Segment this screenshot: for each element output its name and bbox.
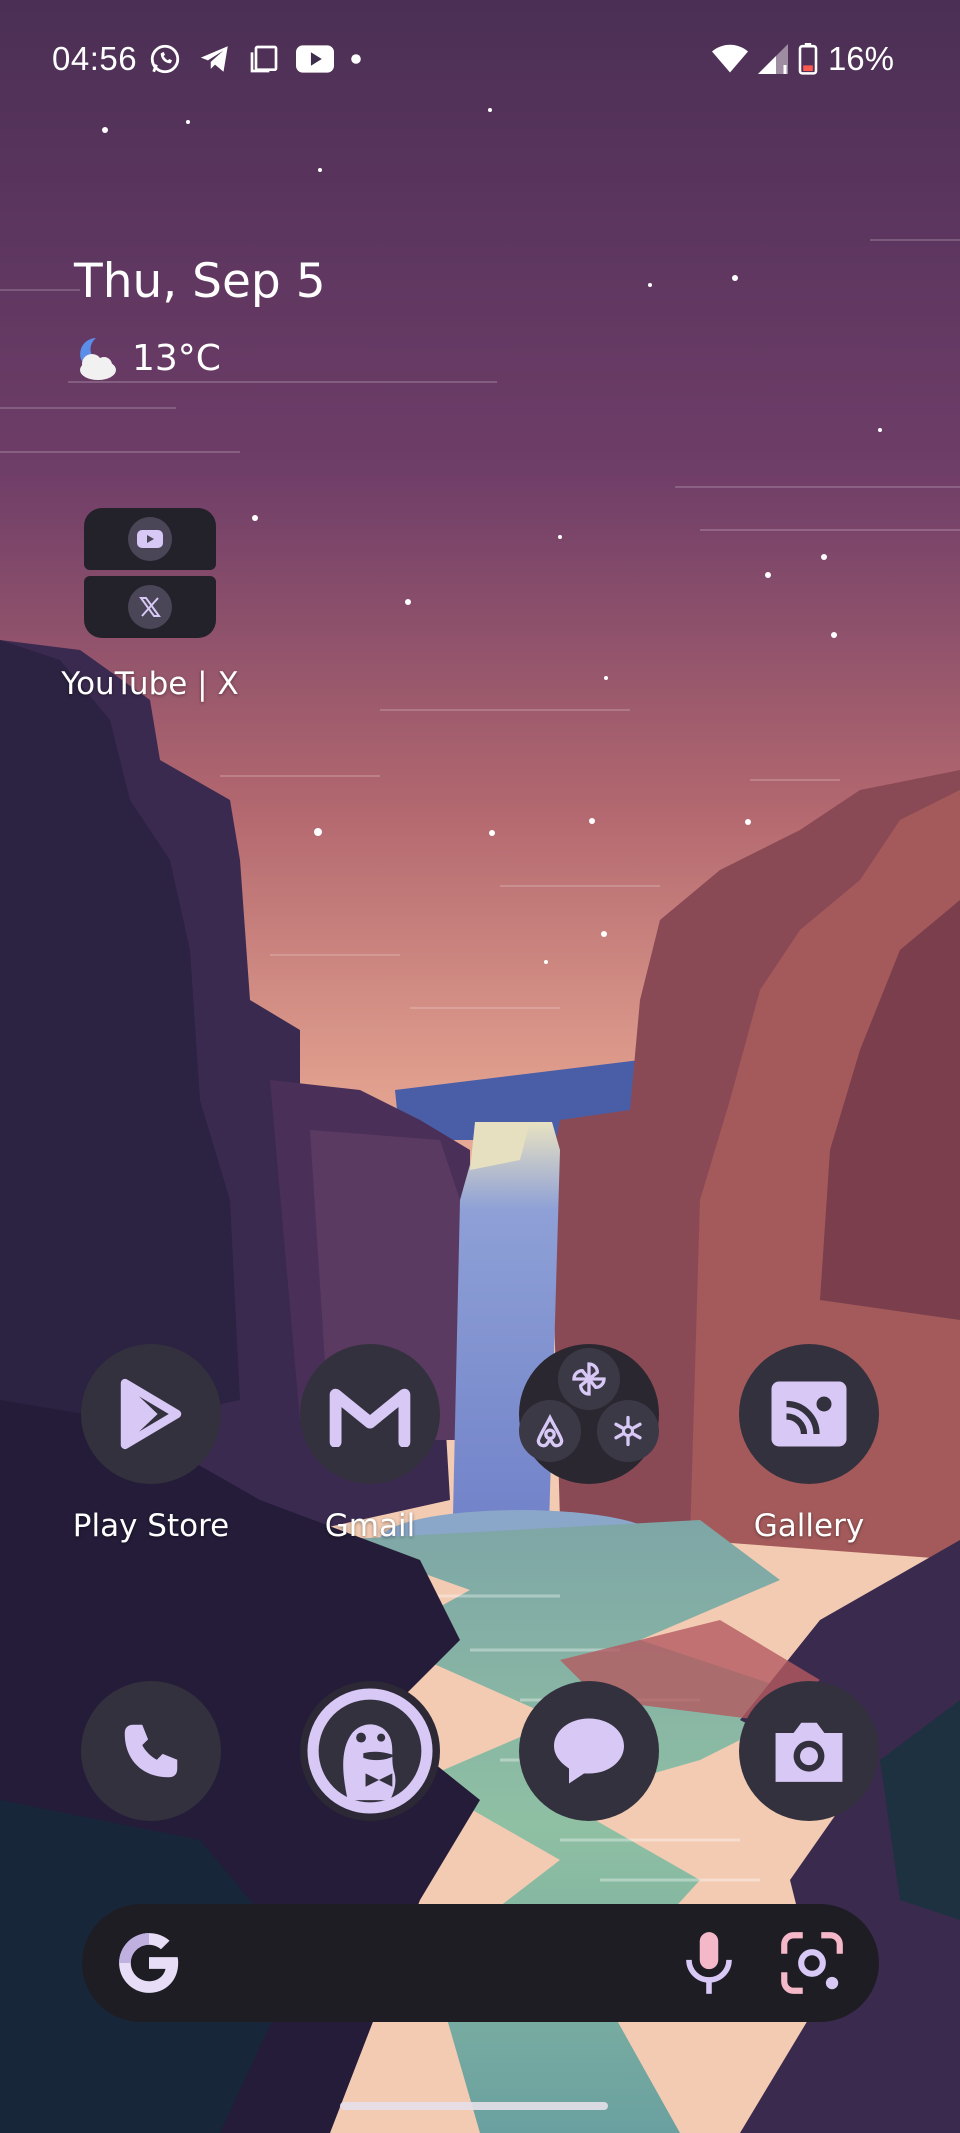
moon-cloud-icon	[80, 338, 116, 380]
folder-youtube-x[interactable]	[84, 508, 216, 640]
telegram-icon	[200, 46, 228, 72]
app-folder[interactable]	[519, 1344, 659, 1484]
phone-app[interactable]	[81, 1681, 221, 1821]
messages-icon	[554, 1718, 624, 1784]
pinwheel-icon	[558, 1348, 620, 1410]
duckduckgo-icon	[307, 1688, 433, 1814]
wifi-icon	[711, 44, 748, 73]
screen-copy-icon	[250, 45, 278, 73]
youtube-icon	[128, 517, 172, 561]
messages-app[interactable]	[519, 1681, 659, 1821]
dot-icon	[351, 54, 361, 64]
gmail-app[interactable]	[300, 1344, 440, 1484]
gmail-label: Gmail	[324, 1508, 416, 1544]
airbnb-icon	[519, 1400, 581, 1462]
notification-icons	[148, 42, 362, 76]
gallery-app[interactable]	[739, 1344, 879, 1484]
navigation-handle[interactable]	[340, 2102, 608, 2110]
status-bar: 04:56 16%	[0, 30, 960, 88]
status-time: 04:56	[52, 40, 138, 77]
folder-label: YouTube | X	[61, 666, 239, 702]
glance-date[interactable]: Thu, Sep 5	[74, 254, 326, 309]
camera-app[interactable]	[739, 1681, 879, 1821]
snowflake-icon	[597, 1400, 659, 1462]
camera-icon	[775, 1722, 843, 1782]
whatsapp-icon	[150, 44, 180, 74]
phone-icon	[124, 1724, 178, 1778]
gallery-label: Gallery	[753, 1508, 865, 1544]
gmail-icon	[329, 1388, 411, 1447]
lens-icon[interactable]	[775, 1926, 849, 2000]
google-g-icon	[119, 1933, 179, 1993]
play-store-icon	[120, 1378, 182, 1450]
weather-temperature: 13°C	[132, 337, 221, 379]
system-indicators: 16%	[711, 40, 894, 78]
glance-weather[interactable]: 13°C	[70, 334, 221, 382]
play-store-app[interactable]	[81, 1344, 221, 1484]
google-search-bar[interactable]	[82, 1904, 879, 2022]
mic-icon[interactable]	[672, 1926, 746, 2000]
x-icon	[128, 585, 172, 629]
folder-cell-youtube[interactable]	[84, 508, 216, 570]
signal-icon	[757, 44, 788, 74]
battery-percent: 16%	[827, 40, 894, 77]
battery-icon	[798, 43, 818, 75]
folder-cell-x[interactable]	[84, 576, 216, 638]
play-store-label: Play Store	[72, 1508, 230, 1544]
youtube-icon	[296, 45, 334, 73]
gallery-icon	[771, 1381, 847, 1447]
duckduckgo-app[interactable]	[300, 1681, 440, 1821]
